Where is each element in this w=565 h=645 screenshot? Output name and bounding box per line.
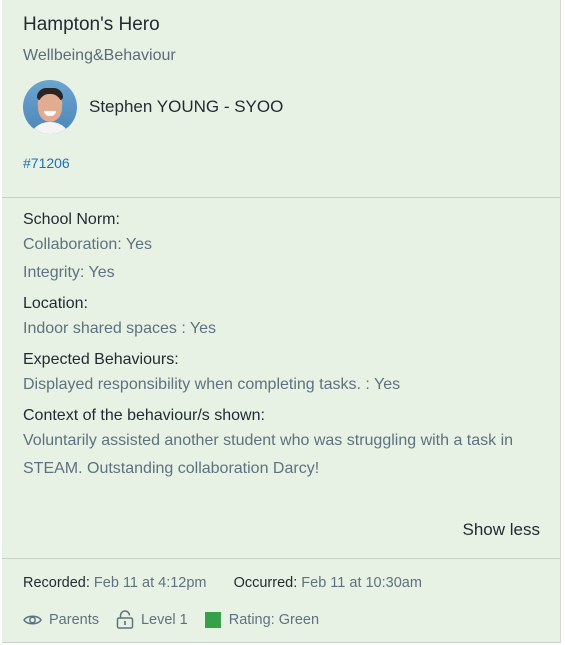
card-title: Hampton's Hero <box>23 14 160 35</box>
avatar <box>23 80 77 134</box>
visibility-label: Parents <box>49 611 99 628</box>
show-less-button[interactable]: Show less <box>463 520 540 540</box>
school-norm-value: Collaboration: Yes <box>23 236 152 253</box>
eye-icon <box>23 615 42 624</box>
card-category: Wellbeing&Behaviour <box>23 47 176 64</box>
card-header: Hampton's Hero Wellbeing&Behaviour Steph… <box>2 0 560 198</box>
recorded-value: Feb 11 at 4:12pm <box>89 575 207 591</box>
location-value: Indoor shared spaces : Yes <box>23 320 217 337</box>
expected-behaviours-value: Displayed responsibility when completing… <box>23 376 401 393</box>
section-label-school-norm: School Norm: <box>23 211 120 228</box>
rating-tag: Rating: Green <box>204 611 320 628</box>
rating-swatch <box>204 611 221 628</box>
section-label-expected-behaviours: Expected Behaviours: <box>23 351 179 368</box>
card-footer: Recorded: Feb 11 at 4:12pm Occurred: Feb… <box>2 559 560 629</box>
section-label-location: Location: <box>23 295 88 312</box>
school-norm-value: Integrity: Yes <box>23 264 115 281</box>
author-row: Stephen YOUNG - SYOO <box>23 80 560 134</box>
visibility-tag: Parents <box>23 612 99 628</box>
tags-row: Parents Level 1 Rating: Green <box>23 610 560 629</box>
lock-icon <box>116 610 134 629</box>
section-label-context: Context of the behaviour/s shown: <box>23 407 265 424</box>
details-section: School Norm: Collaboration: Yes Integrit… <box>2 198 560 559</box>
recorded-label: Recorded: <box>23 575 90 591</box>
level-tag: Level 1 <box>116 610 188 629</box>
timestamps: Recorded: Feb 11 at 4:12pm Occurred: Feb… <box>23 573 560 593</box>
author-name: Stephen YOUNG - SYOO <box>89 97 284 116</box>
context-value: Voluntarily assisted another student who… <box>23 432 514 477</box>
incident-card: Hampton's Hero Wellbeing&Behaviour Steph… <box>2 0 561 643</box>
rating-label: Rating: Green <box>228 611 320 628</box>
occurred-label: Occurred: <box>233 575 298 591</box>
level-label: Level 1 <box>140 611 188 628</box>
reference-link[interactable]: #71206 <box>23 155 70 171</box>
occurred-value: Feb 11 at 10:30am <box>297 575 422 591</box>
